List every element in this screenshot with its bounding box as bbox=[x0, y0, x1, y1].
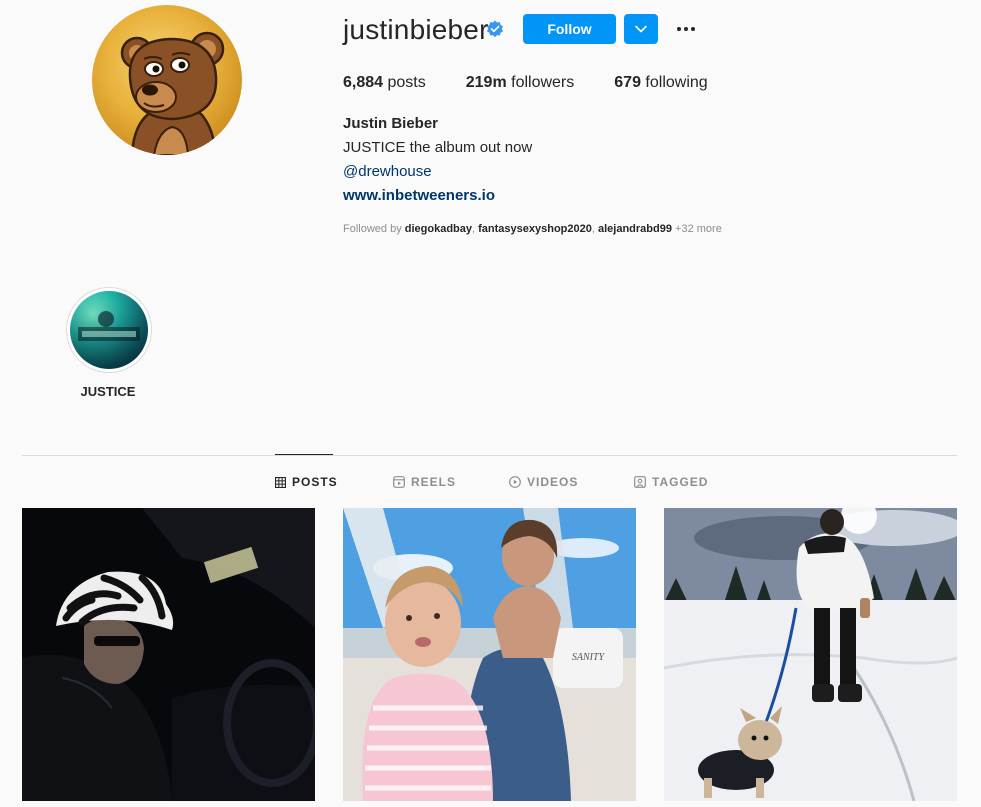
post-image-snow-dog bbox=[664, 508, 957, 801]
bio-text: JUSTICE the album out now bbox=[343, 139, 533, 156]
profile-username: justinbieber bbox=[343, 14, 489, 45]
tabs-divider bbox=[22, 455, 957, 456]
chevron-down-icon bbox=[635, 25, 647, 33]
tab-posts[interactable]: POSTS bbox=[275, 475, 338, 489]
post-image-car-interior bbox=[22, 508, 315, 801]
reels-icon bbox=[393, 476, 405, 488]
play-circle-icon bbox=[509, 476, 521, 488]
highlight-cover-art bbox=[78, 311, 140, 341]
teddy-bear-illustration bbox=[120, 31, 225, 155]
follow-button[interactable]: Follow bbox=[523, 14, 616, 44]
tab-label: VIDEOS bbox=[527, 475, 579, 489]
bio-mention-link[interactable]: @drewhouse bbox=[343, 163, 432, 180]
tag-person-icon bbox=[634, 476, 646, 488]
active-tab-indicator bbox=[275, 454, 333, 455]
tab-reels[interactable]: REELS bbox=[393, 475, 456, 489]
highlight-cover-image[interactable] bbox=[70, 291, 148, 369]
grid-icon bbox=[275, 476, 286, 488]
post-thumbnail-2[interactable]: SANITY bbox=[343, 508, 636, 801]
verified-badge-icon bbox=[486, 20, 504, 38]
profile-full-name: Justin Bieber bbox=[343, 115, 439, 132]
suggested-dropdown-button[interactable] bbox=[624, 14, 658, 44]
boat-text: SANITY bbox=[572, 652, 606, 663]
highlight-label: JUSTICE bbox=[80, 384, 136, 399]
post-image-boat-kids: SANITY bbox=[343, 508, 636, 801]
bio-website-link[interactable]: www.inbetweeners.io bbox=[343, 187, 495, 204]
posts-count: 6,884 posts bbox=[343, 74, 426, 91]
tab-label: POSTS bbox=[292, 475, 338, 489]
followers-count[interactable]: 219m followers bbox=[466, 74, 575, 92]
post-thumbnail-1[interactable] bbox=[22, 508, 315, 801]
tab-label: TAGGED bbox=[652, 475, 709, 489]
more-options-icon[interactable] bbox=[672, 18, 700, 40]
profile-avatar[interactable] bbox=[92, 5, 242, 155]
tab-tagged[interactable]: TAGGED bbox=[634, 475, 708, 489]
post-thumbnail-3[interactable] bbox=[664, 508, 957, 801]
tab-label: REELS bbox=[411, 475, 457, 489]
followed-by-text[interactable]: Followed by diegokadbay, fantasysexyshop… bbox=[343, 223, 722, 235]
tab-videos[interactable]: VIDEOS bbox=[509, 475, 578, 489]
profile-stats: 6,884 posts 219m followers 679 following bbox=[343, 74, 748, 92]
following-count[interactable]: 679 following bbox=[614, 74, 707, 92]
